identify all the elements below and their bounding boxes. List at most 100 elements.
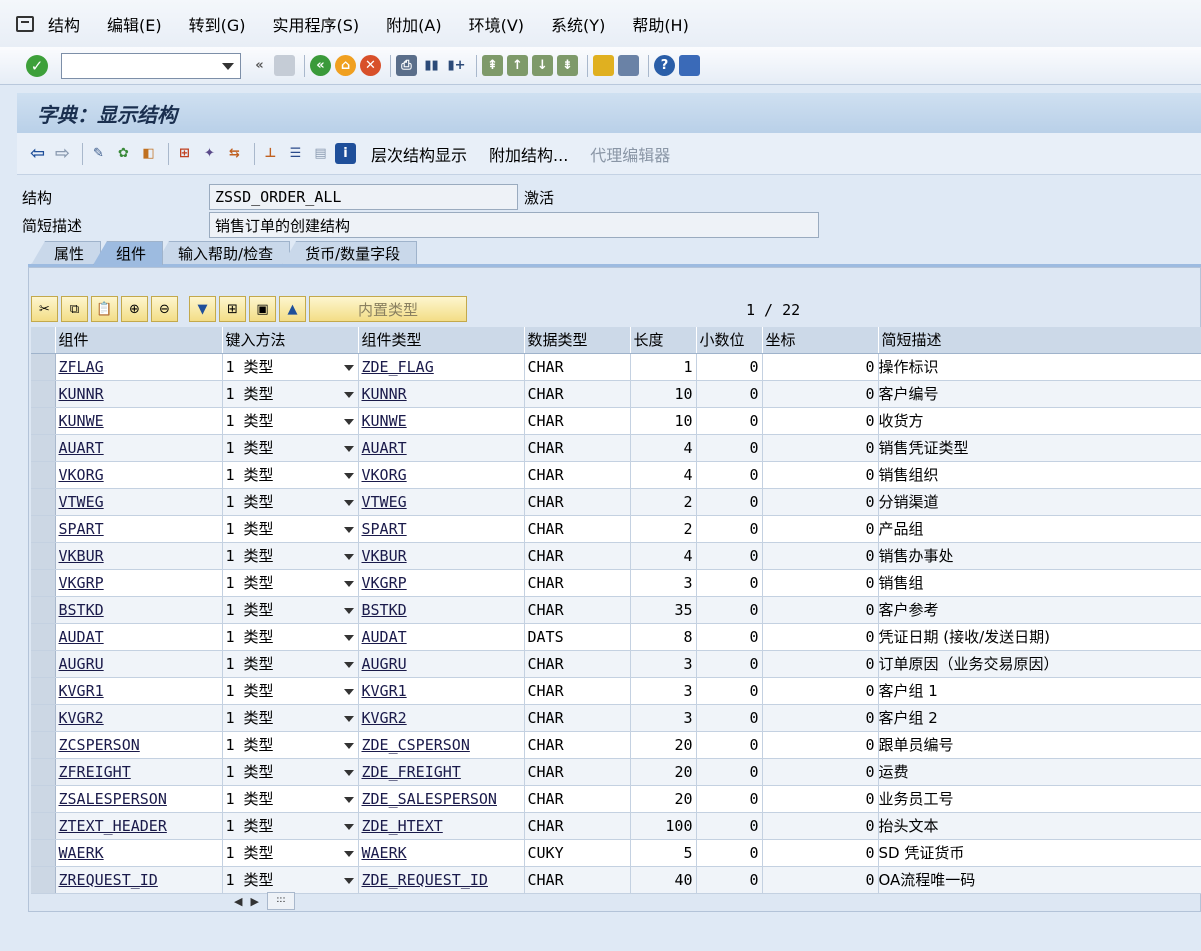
dropdown-arrow-icon[interactable] bbox=[343, 418, 354, 425]
component-cell[interactable]: ZTEXT_HEADER bbox=[55, 812, 223, 840]
length-cell[interactable]: 20 bbox=[630, 758, 697, 786]
filter-icon[interactable]: ▼ bbox=[189, 296, 216, 322]
component-cell[interactable]: ZREQUEST_ID bbox=[55, 866, 223, 894]
component-type-cell[interactable]: VKBUR bbox=[358, 542, 525, 570]
dropdown-arrow-icon[interactable] bbox=[343, 877, 354, 884]
length-cell[interactable]: 4 bbox=[630, 434, 697, 462]
dropdown-arrow-icon[interactable] bbox=[343, 715, 354, 722]
typing-method-cell[interactable]: 1 类型 bbox=[222, 731, 359, 759]
component-type-cell[interactable]: AUGRU bbox=[358, 650, 525, 678]
data-type-cell[interactable]: CHAR bbox=[524, 704, 631, 732]
scroll-thumb[interactable]: ::: bbox=[266, 892, 295, 910]
magic-wand-icon[interactable]: ✦ bbox=[199, 143, 220, 164]
table-row[interactable]: SPART 1 类型 SPART CHAR 2 0 0 产品组 bbox=[31, 515, 1201, 543]
decimals-cell[interactable]: 0 bbox=[696, 515, 763, 543]
row-selector[interactable] bbox=[31, 623, 56, 651]
coordinate-cell[interactable]: 0 bbox=[762, 812, 879, 840]
typing-method-cell[interactable]: 1 类型 bbox=[222, 407, 359, 435]
row-selector[interactable] bbox=[31, 569, 56, 597]
short-desc-cell[interactable]: 业务员工号 bbox=[878, 785, 1201, 813]
col-component[interactable]: 组件 bbox=[55, 327, 223, 354]
short-desc-cell[interactable]: 产品组 bbox=[878, 515, 1201, 543]
col-coordinate[interactable]: 坐标 bbox=[762, 327, 879, 354]
table-icon[interactable]: ▤ bbox=[310, 143, 331, 164]
decimals-cell[interactable]: 0 bbox=[696, 677, 763, 705]
component-cell[interactable]: VTWEG bbox=[55, 488, 223, 516]
table-row[interactable]: VKGRP 1 类型 VKGRP CHAR 3 0 0 销售组 bbox=[31, 569, 1201, 597]
details-icon[interactable]: ▣ bbox=[249, 296, 276, 322]
dropdown-arrow-icon[interactable] bbox=[343, 472, 354, 479]
data-type-cell[interactable]: CHAR bbox=[524, 785, 631, 813]
dropdown-arrow-icon[interactable] bbox=[343, 850, 354, 857]
table-row[interactable]: ZFREIGHT 1 类型 ZDE_FREIGHT CHAR 20 0 0 运费 bbox=[31, 758, 1201, 786]
short-desc-cell[interactable]: OA流程唯一码 bbox=[878, 866, 1201, 894]
table-row[interactable]: ZFLAG 1 类型 ZDE_FLAG CHAR 1 0 0 操作标识 bbox=[31, 353, 1201, 381]
data-type-cell[interactable]: CHAR bbox=[524, 434, 631, 462]
table-row[interactable]: WAERK 1 类型 WAERK CUKY 5 0 0 SD 凭证货币 bbox=[31, 839, 1201, 867]
menu-item[interactable]: 帮助(H) bbox=[632, 12, 689, 36]
component-cell[interactable]: AUART bbox=[55, 434, 223, 462]
double-chevron-left-icon[interactable]: « bbox=[249, 55, 270, 76]
component-type-cell[interactable]: ZDE_REQUEST_ID bbox=[358, 866, 525, 894]
coordinate-cell[interactable]: 0 bbox=[762, 731, 879, 759]
row-selector[interactable] bbox=[31, 434, 56, 462]
length-cell[interactable]: 3 bbox=[630, 569, 697, 597]
row-selector[interactable] bbox=[31, 542, 56, 570]
layout-icon[interactable]: ☰ bbox=[285, 143, 306, 164]
data-type-cell[interactable]: CHAR bbox=[524, 569, 631, 597]
short-desc-cell[interactable]: 销售办事处 bbox=[878, 542, 1201, 570]
data-type-cell[interactable]: CHAR bbox=[524, 461, 631, 489]
component-type-cell[interactable]: KVGR2 bbox=[358, 704, 525, 732]
data-type-cell[interactable]: CHAR bbox=[524, 407, 631, 435]
table-row[interactable]: KVGR1 1 类型 KVGR1 CHAR 3 0 0 客户组 1 bbox=[31, 677, 1201, 705]
find-next-icon[interactable]: ▮+ bbox=[446, 55, 467, 76]
component-cell[interactable]: AUDAT bbox=[55, 623, 223, 651]
typing-method-cell[interactable]: 1 类型 bbox=[222, 542, 359, 570]
data-type-cell[interactable]: CHAR bbox=[524, 677, 631, 705]
tab-currency-quantity[interactable]: 货币/数量字段 bbox=[282, 241, 418, 265]
component-type-cell[interactable]: ZDE_FLAG bbox=[358, 353, 525, 381]
dropdown-arrow-icon[interactable] bbox=[343, 742, 354, 749]
save-icon[interactable] bbox=[274, 55, 295, 76]
row-selector[interactable] bbox=[31, 839, 56, 867]
decimals-cell[interactable]: 0 bbox=[696, 461, 763, 489]
typing-method-cell[interactable]: 1 类型 bbox=[222, 785, 359, 813]
decimals-cell[interactable]: 0 bbox=[696, 650, 763, 678]
length-cell[interactable]: 4 bbox=[630, 461, 697, 489]
typing-method-cell[interactable]: 1 类型 bbox=[222, 569, 359, 597]
length-cell[interactable]: 20 bbox=[630, 785, 697, 813]
row-selector[interactable] bbox=[31, 353, 56, 381]
data-type-cell[interactable]: CUKY bbox=[524, 839, 631, 867]
typing-method-cell[interactable]: 1 类型 bbox=[222, 812, 359, 840]
hierarchy-display-button[interactable]: 层次结构显示 bbox=[371, 142, 467, 166]
component-cell[interactable]: AUGRU bbox=[55, 650, 223, 678]
coordinate-cell[interactable]: 0 bbox=[762, 650, 879, 678]
row-selector[interactable] bbox=[31, 758, 56, 786]
length-cell[interactable]: 40 bbox=[630, 866, 697, 894]
short-desc-cell[interactable]: 运费 bbox=[878, 758, 1201, 786]
row-selector[interactable] bbox=[31, 650, 56, 678]
col-typing-method[interactable]: 键入方法 bbox=[222, 327, 359, 354]
coordinate-cell[interactable]: 0 bbox=[762, 542, 879, 570]
length-cell[interactable]: 1 bbox=[630, 353, 697, 381]
table-row[interactable]: AUDAT 1 类型 AUDAT DATS 8 0 0 凭证日期 (接收/发送日期) bbox=[31, 623, 1201, 651]
col-short-desc[interactable]: 简短描述 bbox=[878, 327, 1201, 354]
activate-icon[interactable]: ✿ bbox=[113, 143, 134, 164]
coordinate-cell[interactable]: 0 bbox=[762, 866, 879, 894]
length-cell[interactable]: 3 bbox=[630, 677, 697, 705]
short-desc-field[interactable]: 销售订单的创建结构 bbox=[209, 212, 819, 238]
table-row[interactable]: KUNWE 1 类型 KUNWE CHAR 10 0 0 收货方 bbox=[31, 407, 1201, 435]
previous-page-icon[interactable]: ↑ bbox=[507, 55, 528, 76]
typing-method-cell[interactable]: 1 类型 bbox=[222, 380, 359, 408]
short-desc-cell[interactable]: 客户组 2 bbox=[878, 704, 1201, 732]
typing-method-cell[interactable]: 1 类型 bbox=[222, 866, 359, 894]
scroll-right-icon[interactable]: ▶ bbox=[250, 895, 258, 908]
component-cell[interactable]: KVGR1 bbox=[55, 677, 223, 705]
dropdown-arrow-icon[interactable] bbox=[343, 445, 354, 452]
arrow-right-icon[interactable]: ⇨ bbox=[52, 143, 73, 164]
tab-components[interactable]: 组件 bbox=[93, 241, 164, 265]
decimals-cell[interactable]: 0 bbox=[696, 839, 763, 867]
component-cell[interactable]: KVGR2 bbox=[55, 704, 223, 732]
coordinate-cell[interactable]: 0 bbox=[762, 488, 879, 516]
row-selector[interactable] bbox=[31, 812, 56, 840]
